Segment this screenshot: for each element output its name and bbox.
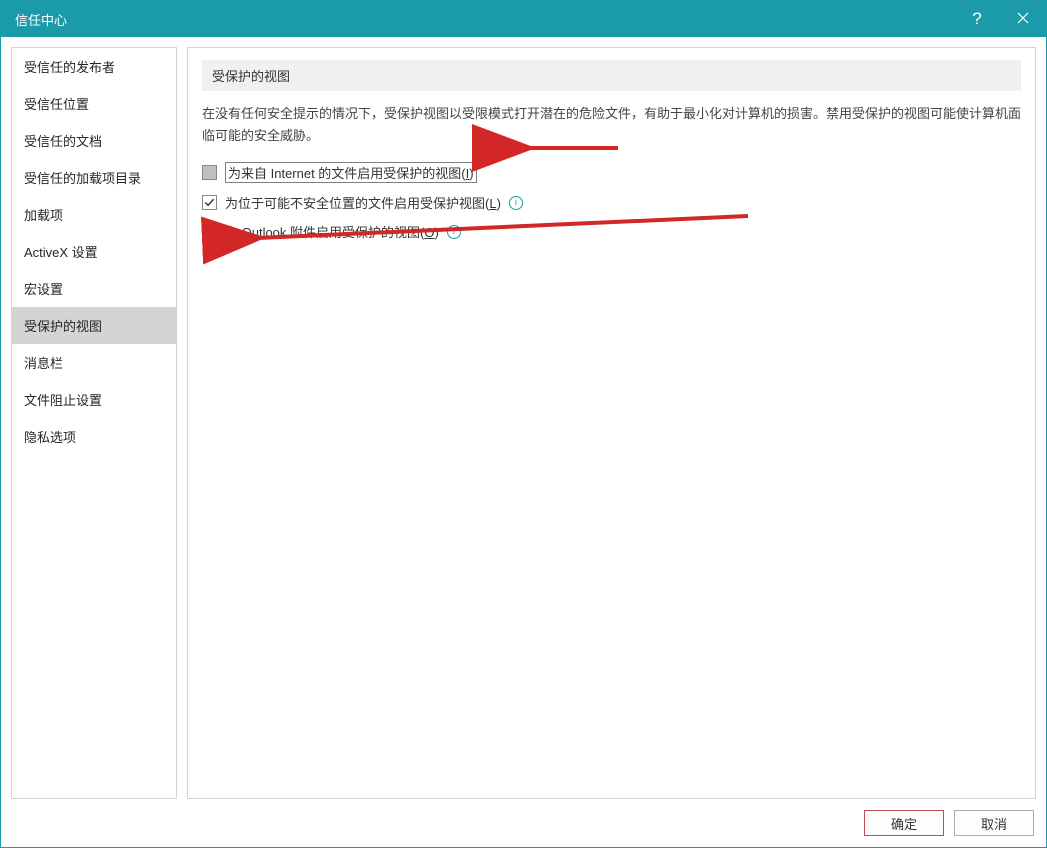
- dialog-body: 受信任的发布者受信任位置受信任的文档受信任的加载项目录加载项ActiveX 设置…: [1, 37, 1046, 799]
- sidebar: 受信任的发布者受信任位置受信任的文档受信任的加载项目录加载项ActiveX 设置…: [11, 47, 177, 799]
- trust-center-dialog: 信任中心 ? 受信任的发布者受信任位置受信任的文档受信任的加载项目录加载项Act…: [0, 0, 1047, 848]
- help-icon: ?: [972, 9, 981, 29]
- sidebar-item-1[interactable]: 受信任位置: [12, 85, 176, 122]
- option-row-2: 为 Outlook 附件启用受保护的视图(O) i: [202, 217, 1021, 246]
- sidebar-item-9[interactable]: 文件阻止设置: [12, 381, 176, 418]
- help-button[interactable]: ?: [954, 1, 1000, 37]
- cancel-button[interactable]: 取消: [954, 810, 1034, 836]
- sidebar-item-2[interactable]: 受信任的文档: [12, 122, 176, 159]
- sidebar-item-0[interactable]: 受信任的发布者: [12, 48, 176, 85]
- section-description: 在没有任何安全提示的情况下，受保护视图以受限模式打开潜在的危险文件，有助于最小化…: [202, 103, 1021, 147]
- dialog-footer: 确定 取消: [1, 799, 1046, 847]
- checkbox-0[interactable]: [202, 165, 217, 180]
- info-icon[interactable]: i: [509, 196, 523, 210]
- close-button[interactable]: [1000, 1, 1046, 37]
- option-row-1: 为位于可能不安全位置的文件启用受保护视图(L) i: [202, 188, 1021, 217]
- info-icon[interactable]: i: [447, 225, 461, 239]
- sidebar-item-4[interactable]: 加载项: [12, 196, 176, 233]
- content-panel: 受保护的视图 在没有任何安全提示的情况下，受保护视图以受限模式打开潜在的危险文件…: [187, 47, 1036, 799]
- sidebar-item-3[interactable]: 受信任的加载项目录: [12, 159, 176, 196]
- titlebar: 信任中心 ?: [1, 1, 1046, 37]
- sidebar-item-7[interactable]: 受保护的视图: [12, 307, 176, 344]
- sidebar-item-5[interactable]: ActiveX 设置: [12, 233, 176, 270]
- option-label-1[interactable]: 为位于可能不安全位置的文件启用受保护视图(L): [225, 193, 501, 212]
- options-list: 为来自 Internet 的文件启用受保护的视图(I) 为位于可能不安全位置的文件…: [202, 157, 1021, 246]
- sidebar-item-8[interactable]: 消息栏: [12, 344, 176, 381]
- window-title: 信任中心: [15, 10, 954, 29]
- close-icon: [1017, 11, 1029, 28]
- sidebar-item-10[interactable]: 隐私选项: [12, 418, 176, 455]
- section-header: 受保护的视图: [202, 60, 1021, 91]
- ok-button[interactable]: 确定: [864, 810, 944, 836]
- checkbox-2[interactable]: [202, 224, 217, 239]
- option-label-2[interactable]: 为 Outlook 附件启用受保护的视图(O): [225, 222, 439, 241]
- option-label-0[interactable]: 为来自 Internet 的文件启用受保护的视图(I): [225, 162, 477, 183]
- sidebar-item-6[interactable]: 宏设置: [12, 270, 176, 307]
- option-row-0: 为来自 Internet 的文件启用受保护的视图(I): [202, 157, 1021, 188]
- checkbox-1[interactable]: [202, 195, 217, 210]
